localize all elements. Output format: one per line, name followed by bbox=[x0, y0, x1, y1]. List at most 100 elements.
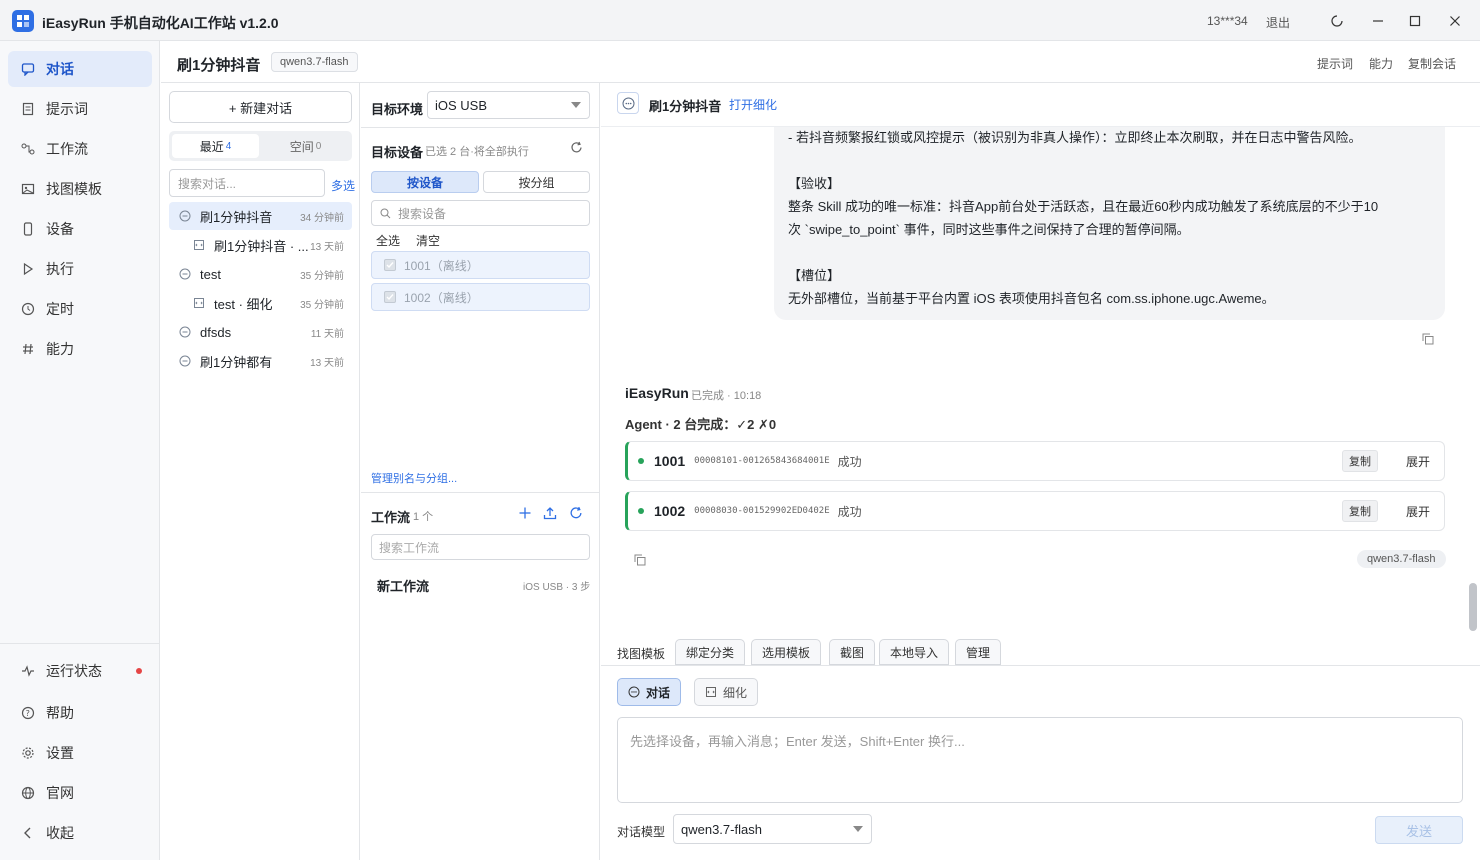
device-name: 1001（离线） bbox=[404, 258, 479, 273]
logout-button[interactable]: 退出 bbox=[1266, 14, 1290, 31]
checkbox-checked-icon[interactable] bbox=[384, 259, 396, 271]
conversation-time: 35 分钟前 bbox=[300, 299, 344, 311]
device-panel: 目标环境 iOS USB 目标设备 已选 2 台·将全部执行 按设备 按分组 搜… bbox=[361, 83, 600, 860]
nav-item-run-status[interactable]: 运行状态 bbox=[8, 653, 152, 689]
reply-model-badge: qwen3.7-flash bbox=[1357, 550, 1446, 568]
nav-item-chat[interactable]: 对话 bbox=[8, 51, 152, 87]
manage-templates-button[interactable]: 管理 bbox=[955, 639, 1002, 665]
mode-chat-button[interactable]: 对话 bbox=[617, 678, 682, 706]
clear-link[interactable]: 清空 bbox=[416, 232, 440, 249]
multi-select-link[interactable]: 多选 bbox=[331, 177, 355, 194]
tab-recent[interactable]: 最近 4 bbox=[172, 134, 259, 158]
nav-item-workflow[interactable]: 工作流 bbox=[8, 131, 152, 167]
model-select[interactable]: qwen3.7-flash bbox=[673, 814, 872, 844]
local-import-button[interactable]: 本地导入 bbox=[879, 639, 950, 665]
user-message-bubble: - 若抖音频繁报红锁或风控提示（被识别为非真人操作）：立即终止本次刷取，并在日志… bbox=[774, 127, 1445, 320]
conversation-search-input[interactable]: 搜索对话... bbox=[169, 169, 325, 197]
workflow-icon bbox=[20, 141, 36, 157]
select-all-link[interactable]: 全选 bbox=[376, 232, 400, 249]
device-search-input[interactable]: 搜索设备 bbox=[371, 200, 590, 226]
result-serial: 00008101-001265843684001E bbox=[694, 456, 830, 466]
workflow-count: 1 个 bbox=[413, 511, 434, 523]
chevron-left-icon bbox=[20, 825, 36, 841]
copy-result-button[interactable]: 复制 bbox=[1342, 450, 1378, 472]
expand-result-button[interactable]: 展开 bbox=[1406, 453, 1430, 470]
nav-item-devices[interactable]: 设备 bbox=[8, 211, 152, 247]
send-button[interactable]: 发送 bbox=[1375, 816, 1463, 844]
manage-alias-link[interactable]: 管理别名与分组... bbox=[371, 470, 457, 486]
model-label: 对话模型 bbox=[617, 825, 666, 839]
nav-item-settings[interactable]: 设置 bbox=[8, 735, 152, 771]
chat-scrollbar[interactable] bbox=[1469, 583, 1477, 631]
device-item[interactable]: 1001（离线） bbox=[371, 251, 590, 279]
checkbox-checked-icon[interactable] bbox=[384, 291, 396, 303]
refresh-icon[interactable] bbox=[570, 141, 583, 157]
refresh-workflow-icon[interactable] bbox=[569, 506, 583, 523]
nav-item-image-templates[interactable]: 找图模板 bbox=[8, 171, 152, 207]
by-device-toggle[interactable]: 按设备 bbox=[371, 171, 479, 193]
copy-reply-icon[interactable] bbox=[634, 554, 646, 569]
svg-text:?: ? bbox=[26, 709, 30, 718]
minimize-icon[interactable] bbox=[1365, 8, 1391, 34]
nav-item-website[interactable]: 官网 bbox=[8, 775, 152, 811]
device-result-card: 1002 00008030-001529902ED0402E 成功 复制 展开 bbox=[625, 491, 1445, 531]
header-copy-session-link[interactable]: 复制会话 bbox=[1408, 55, 1456, 72]
nav-label: 官网 bbox=[46, 785, 74, 801]
bind-category-button[interactable]: 绑定分类 bbox=[675, 639, 746, 665]
add-workflow-icon[interactable] bbox=[518, 506, 532, 523]
message-input[interactable]: 先选择设备，再输入消息；Enter 发送，Shift+Enter 换行... bbox=[617, 717, 1463, 803]
header-prompts-link[interactable]: 提示词 bbox=[1317, 55, 1353, 72]
conversation-name: test bbox=[200, 266, 221, 282]
header-capabilities-link[interactable]: 能力 bbox=[1369, 55, 1393, 72]
conversation-item[interactable]: test · 细化 35 分钟前 bbox=[169, 289, 352, 317]
target-env-select[interactable]: iOS USB bbox=[427, 91, 590, 119]
by-group-toggle[interactable]: 按分组 bbox=[483, 171, 590, 193]
workflow-item-name[interactable]: 新工作流 bbox=[377, 576, 429, 595]
maximize-icon[interactable] bbox=[1402, 8, 1428, 34]
screenshot-button[interactable]: 截图 bbox=[829, 639, 876, 665]
target-device-label: 目标设备 bbox=[371, 145, 424, 160]
conversation-item[interactable]: 刷1分钟抖音 · ... 13 天前 bbox=[169, 231, 352, 259]
device-item[interactable]: 1002（离线） bbox=[371, 283, 590, 311]
copy-message-icon[interactable] bbox=[1422, 333, 1434, 348]
chat-icon bbox=[20, 61, 36, 77]
device-name: 1002（离线） bbox=[404, 290, 479, 305]
chat-header: 刷1分钟抖音 打开细化 bbox=[601, 83, 1480, 127]
nav-item-capabilities[interactable]: 能力 bbox=[8, 331, 152, 367]
search-placeholder: 搜索设备 bbox=[398, 206, 447, 221]
open-refine-link[interactable]: 打开细化 bbox=[729, 96, 777, 113]
divider bbox=[361, 492, 600, 493]
upload-icon[interactable] bbox=[543, 506, 557, 523]
choose-template-button[interactable]: 选用模板 bbox=[751, 639, 822, 665]
conversation-item[interactable]: 刷1分钟抖音 34 分钟前 bbox=[169, 202, 352, 230]
conversation-item[interactable]: test 35 分钟前 bbox=[169, 260, 352, 288]
app-logo-icon bbox=[12, 10, 34, 32]
tab-label: 最近 bbox=[199, 139, 224, 154]
result-device-id: 1001 bbox=[654, 453, 686, 469]
message-line: 【槽位】 bbox=[788, 268, 841, 283]
mode-label: 对话 bbox=[646, 685, 671, 700]
nav-item-schedule[interactable]: 定时 bbox=[8, 291, 152, 327]
conversation-item[interactable]: 刷1分钟都有 13 天前 bbox=[169, 347, 352, 375]
message-line: 整条 Skill 成功的唯一标准：抖音App前台处于活跃态，且在最近60秒内成功… bbox=[788, 199, 1379, 214]
conversation-name: test · 细化 bbox=[214, 296, 273, 312]
chat-bubble-icon bbox=[178, 210, 192, 222]
conversation-tabs: 最近 4 空间 0 bbox=[169, 131, 352, 161]
expand-result-button[interactable]: 展开 bbox=[1406, 503, 1430, 520]
nav-item-execute[interactable]: 执行 bbox=[8, 251, 152, 287]
conversation-item[interactable]: dfsds 11 天前 bbox=[169, 318, 352, 346]
reply-author: iEasyRun bbox=[625, 385, 689, 401]
nav-item-help[interactable]: ? 帮助 bbox=[8, 695, 152, 731]
close-icon[interactable] bbox=[1442, 8, 1468, 34]
nav-label: 执行 bbox=[46, 261, 74, 277]
code-file-icon bbox=[192, 239, 206, 251]
workflow-search-input[interactable]: 搜索工作流 bbox=[371, 534, 590, 560]
nav-item-collapse[interactable]: 收起 bbox=[8, 815, 152, 851]
new-conversation-button[interactable]: + 新建对话 bbox=[169, 91, 352, 123]
theme-toggle-icon[interactable] bbox=[1324, 8, 1350, 34]
tab-space[interactable]: 空间 0 bbox=[262, 134, 349, 158]
copy-result-button[interactable]: 复制 bbox=[1342, 500, 1378, 522]
mode-refine-button[interactable]: 细化 bbox=[694, 678, 759, 706]
nav-item-prompts[interactable]: 提示词 bbox=[8, 91, 152, 127]
conversation-name: 刷1分钟抖音 · ... bbox=[214, 238, 309, 254]
